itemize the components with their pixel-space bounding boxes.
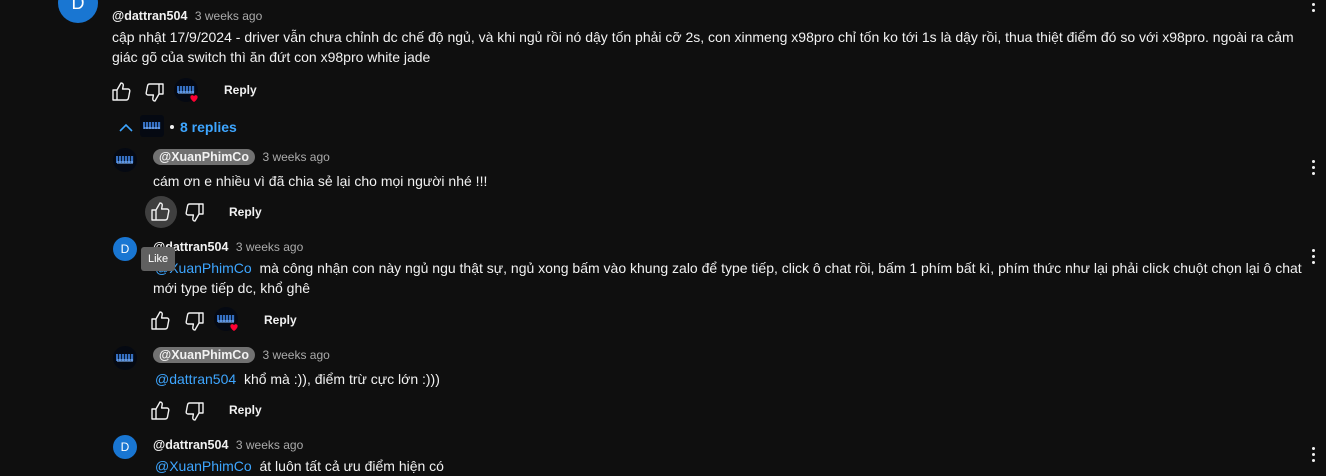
avatar[interactable]: D [113, 435, 137, 459]
comment-author[interactable]: @XuanPhimCo [153, 149, 255, 165]
avatar[interactable]: D [113, 237, 137, 261]
comment-author[interactable]: @dattran504 [112, 9, 187, 23]
comment-timestamp[interactable]: 3 weeks ago [236, 438, 303, 452]
reply-button[interactable]: Reply [264, 313, 297, 327]
avatar-letter: D [71, 0, 85, 13]
dislike-icon[interactable] [142, 80, 166, 104]
comment-timestamp[interactable]: 3 weeks ago [262, 348, 329, 362]
like-icon[interactable] [110, 80, 134, 104]
like-icon[interactable] [149, 309, 173, 333]
dislike-icon[interactable] [182, 309, 206, 333]
comment-body: mà công nhận con này ngủ ngu thật sự, ng… [153, 260, 1302, 296]
comment-body: khổ mà :)), điểm trừ cực lớn :))) [243, 371, 440, 387]
mention-link[interactable]: @XuanPhimCo [155, 458, 252, 474]
comment-timestamp[interactable]: 3 weeks ago [195, 9, 262, 23]
dislike-icon[interactable] [182, 399, 206, 423]
comment-text: @XuanPhimCo át luôn tất cả ưu điểm hiện … [153, 456, 444, 476]
reply-button[interactable]: Reply [224, 83, 257, 97]
reply-button[interactable]: Reply [229, 205, 262, 219]
comment-body: át luôn tất cả ưu điểm hiện có [259, 458, 444, 474]
reply-avatar-stack [140, 115, 164, 137]
avatar[interactable]: D [58, 0, 98, 23]
reply-button[interactable]: Reply [229, 403, 262, 417]
chevron-up-icon[interactable] [114, 116, 138, 140]
avatar-letter: D [120, 242, 130, 256]
like-tooltip: Like [141, 247, 176, 271]
comment-text: cập nhật 17/9/2024 - driver vẫn chưa chỉ… [112, 29, 1294, 65]
more-actions-icon[interactable] [1312, 447, 1316, 465]
replies-toggle[interactable]: 8 replies [180, 119, 237, 135]
mention-link[interactable]: @dattran504 [155, 371, 236, 387]
comment-author[interactable]: @dattran504 [153, 438, 228, 452]
comment-timestamp[interactable]: 3 weeks ago [262, 150, 329, 164]
comment-timestamp[interactable]: 3 weeks ago [236, 240, 303, 254]
dislike-icon[interactable] [182, 200, 206, 224]
comment-author[interactable]: @XuanPhimCo [153, 347, 255, 363]
like-icon[interactable] [149, 200, 173, 224]
avatar[interactable] [113, 148, 137, 172]
heart-icon [188, 91, 200, 103]
comment-text: @dattran504 khổ mà :)), điểm trừ cực lớn… [153, 369, 440, 389]
like-icon[interactable] [149, 399, 173, 423]
avatar[interactable] [113, 346, 137, 370]
comment-text: @XuanPhimCo mà công nhận con này ngủ ngu… [153, 258, 1303, 298]
more-actions-icon[interactable] [1312, 249, 1316, 267]
comment-text: cám ơn e nhiều vì đã chia sẻ lại cho mọi… [153, 173, 488, 189]
bullet [170, 125, 174, 129]
heart-icon [228, 320, 240, 332]
more-actions-icon[interactable] [1312, 160, 1316, 178]
more-actions-icon[interactable] [1312, 0, 1316, 15]
avatar-letter: D [120, 440, 130, 454]
